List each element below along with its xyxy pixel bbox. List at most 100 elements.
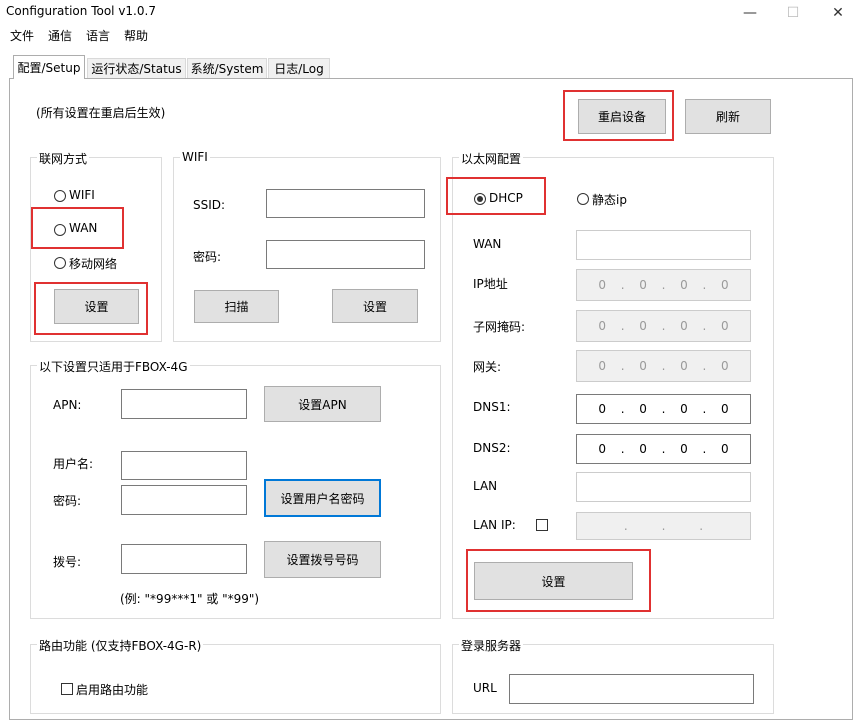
wifi-password-input[interactable]: [266, 240, 425, 269]
username-label: 用户名:: [53, 457, 94, 471]
dial-input[interactable]: [121, 544, 247, 574]
dns2-octet-2: 0: [639, 442, 647, 456]
gw-octet-1: 0: [598, 359, 606, 373]
lanip-dot: .: [661, 519, 666, 533]
router-group: [30, 644, 441, 714]
ip-dot: .: [702, 278, 707, 292]
radio-mobile[interactable]: [54, 257, 66, 269]
mask-octet-1: 0: [598, 319, 606, 333]
menu-file[interactable]: 文件: [10, 27, 34, 44]
dns2-octet-1: 0: [598, 442, 606, 456]
set-username-password-button[interactable]: 设置用户名密码: [264, 479, 381, 517]
dns2-dot: .: [620, 442, 625, 456]
radio-wan-label: WAN: [69, 221, 98, 235]
dns2-octet-3: 0: [680, 442, 688, 456]
refresh-button[interactable]: 刷新: [685, 99, 771, 134]
gw-octet-3: 0: [680, 359, 688, 373]
dns2-label: DNS2:: [473, 441, 511, 455]
gw-dot: .: [702, 359, 707, 373]
wifi-scan-button[interactable]: 扫描: [194, 290, 279, 323]
eth-wan-label: WAN: [473, 237, 502, 251]
dns1-dot: .: [620, 402, 625, 416]
lan-input[interactable]: [576, 472, 751, 502]
ethernet-set-button[interactable]: 设置: [474, 562, 633, 600]
enable-router-label: 启用路由功能: [76, 683, 149, 697]
ip-octet-3: 0: [680, 278, 688, 292]
tab-log[interactable]: 日志/Log: [268, 58, 330, 78]
gw-octet-2: 0: [639, 359, 647, 373]
eth-wan-input[interactable]: [576, 230, 751, 260]
url-input[interactable]: [509, 674, 754, 704]
server-title: 登录服务器: [459, 637, 524, 654]
tab-status[interactable]: 运行状态/Status: [87, 58, 186, 78]
lan-ip-label: LAN IP:: [473, 518, 516, 532]
radio-static-ip-label: 静态ip: [592, 193, 627, 207]
dns1-field[interactable]: 0. 0. 0. 0: [576, 394, 751, 424]
ip-address-field: 0. 0. 0. 0: [576, 269, 751, 301]
dial-label: 拨号:: [53, 555, 82, 569]
ip-octet-1: 0: [598, 278, 606, 292]
ethernet-title: 以太网配置: [459, 150, 524, 167]
restart-button[interactable]: 重启设备: [578, 99, 666, 134]
wifi-password-label: 密码:: [193, 250, 222, 264]
menu-help[interactable]: 帮助: [124, 27, 148, 44]
network-mode-title: 联网方式: [37, 150, 90, 167]
set-dial-button[interactable]: 设置拨号号码: [264, 541, 381, 578]
menu-communication[interactable]: 通信: [48, 27, 72, 44]
minimize-button[interactable]: —: [730, 0, 770, 26]
tab-system[interactable]: 系统/System: [187, 58, 267, 78]
tab-setup[interactable]: 配置/Setup: [13, 55, 85, 79]
enable-router-checkbox[interactable]: [61, 683, 73, 695]
dns2-field[interactable]: 0. 0. 0. 0: [576, 434, 751, 464]
radio-wifi-label: WIFI: [69, 188, 95, 202]
lanip-dot: .: [699, 519, 704, 533]
ip-dot: .: [661, 278, 666, 292]
dns2-dot: .: [702, 442, 707, 456]
subnet-mask-field: 0. 0. 0. 0: [576, 310, 751, 342]
maximize-button[interactable]: ☐: [773, 0, 813, 26]
router-title: 路由功能 (仅支持FBOX-4G-R): [37, 637, 204, 654]
ip-dot: .: [620, 278, 625, 292]
lan-ip-field: ...: [576, 512, 751, 540]
wifi-set-button[interactable]: 设置: [332, 289, 418, 323]
radio-dhcp[interactable]: [474, 193, 486, 205]
mask-octet-3: 0: [680, 319, 688, 333]
lan-label: LAN: [473, 479, 498, 493]
title-bar: Configuration Tool v1.0.7 — ☐ ✕: [0, 0, 865, 26]
menu-language[interactable]: 语言: [86, 27, 110, 44]
wifi-title: WIFI: [180, 150, 210, 164]
gw-octet-4: 0: [720, 359, 729, 373]
lan-ip-checkbox[interactable]: [536, 519, 548, 531]
lanip-dot: .: [623, 519, 628, 533]
radio-mobile-label: 移动网络: [69, 257, 118, 271]
mask-octet-2: 0: [639, 319, 647, 333]
apn-label: APN:: [53, 398, 82, 412]
gateway-field: 0. 0. 0. 0: [576, 350, 751, 382]
network-set-button[interactable]: 设置: [54, 289, 139, 324]
subnet-mask-label: 子网掩码:: [473, 320, 526, 334]
menu-bar: 文件 通信 语言 帮助: [0, 26, 865, 46]
dns1-octet-4: 0: [720, 402, 729, 416]
username-input[interactable]: [121, 451, 247, 480]
ip-address-label: IP地址: [473, 277, 508, 291]
radio-wifi[interactable]: [54, 190, 66, 202]
mask-dot: .: [702, 319, 707, 333]
ssid-label: SSID:: [193, 198, 226, 212]
fbox-password-input[interactable]: [121, 485, 247, 515]
radio-wan[interactable]: [54, 224, 66, 236]
radio-static-ip[interactable]: [577, 193, 589, 205]
ssid-input[interactable]: [266, 189, 425, 218]
dns2-dot: .: [661, 442, 666, 456]
fbox-password-label: 密码:: [53, 494, 82, 508]
gw-dot: .: [620, 359, 625, 373]
ip-octet-2: 0: [639, 278, 647, 292]
mask-dot: .: [620, 319, 625, 333]
apn-input[interactable]: [121, 389, 247, 419]
dial-example: (例: "*99***1" 或 "*99"): [120, 592, 260, 606]
gw-dot: .: [661, 359, 666, 373]
window-title: Configuration Tool v1.0.7: [6, 4, 156, 18]
close-button[interactable]: ✕: [818, 0, 858, 26]
fbox-title: 以下设置只适用于FBOX-4G: [37, 358, 190, 375]
dns1-dot: .: [702, 402, 707, 416]
set-apn-button[interactable]: 设置APN: [264, 386, 381, 422]
